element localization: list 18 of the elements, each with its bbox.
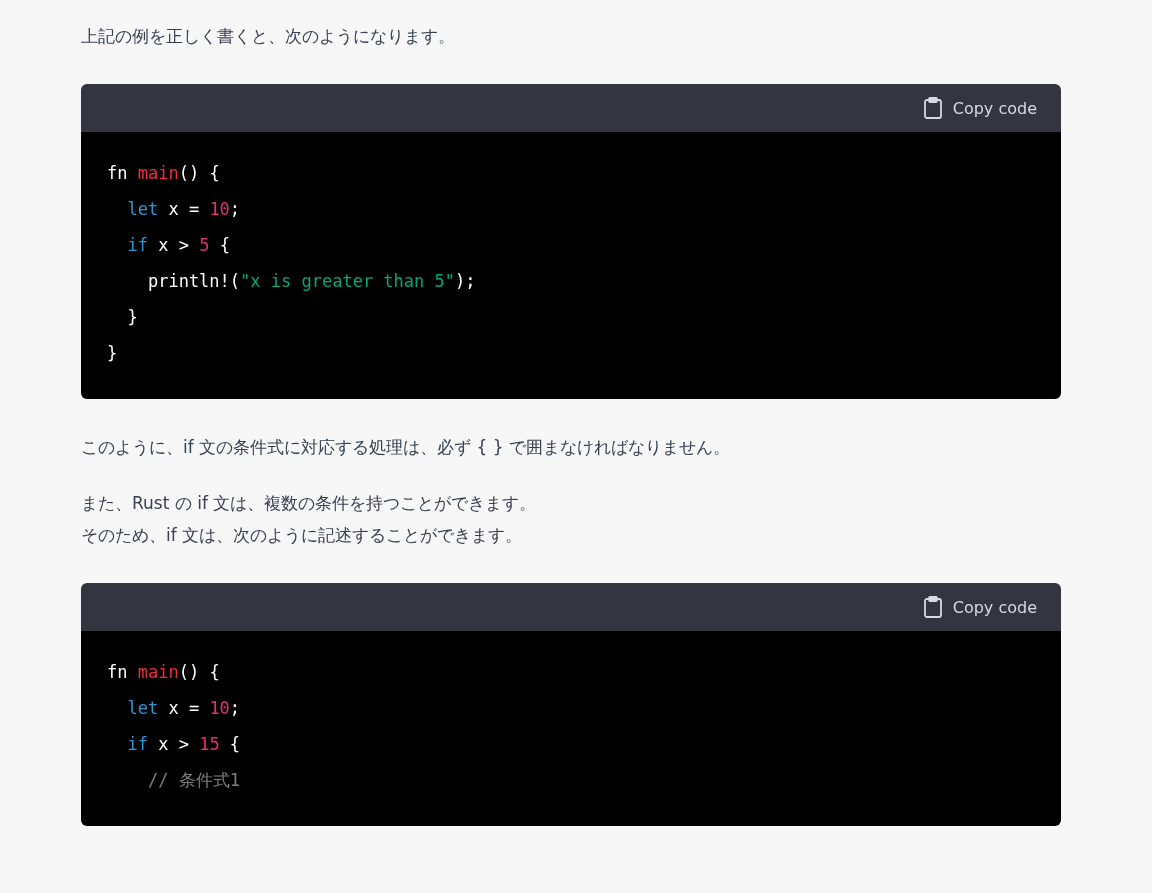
clipboard-icon <box>922 596 943 618</box>
paragraph-text: また、Rust の if 文は、複数の条件を持つことができます。 <box>81 492 538 515</box>
paragraph-text: このように、if 文の条件式に対応する処理は、必ず { } で囲まなければなりません。 <box>81 436 731 459</box>
code-line: if x > 15 { <box>126 733 242 756</box>
code-line: println!("x is greater than 5"); <box>146 270 477 293</box>
code-line: } <box>126 306 139 329</box>
code-line: fn main() { <box>107 162 221 185</box>
paragraph-text: 上記の例を正しく書くと、次のようになります。 <box>81 25 456 48</box>
code-line: let x = 10; <box>126 198 242 221</box>
code-line: if x > 5 { <box>126 234 231 257</box>
code-line: let x = 10; <box>126 697 242 720</box>
copy-code-button[interactable]: Copy code <box>922 596 1037 618</box>
paragraph-text: そのため、if 文は、次のように記述することができます。 <box>81 524 524 547</box>
code-line: } <box>107 342 119 365</box>
clipboard-icon <box>922 97 943 119</box>
copy-code-button[interactable]: Copy code <box>922 97 1037 119</box>
code-line: fn main() { <box>107 661 221 684</box>
code-line: // 条件式1 <box>146 769 241 792</box>
